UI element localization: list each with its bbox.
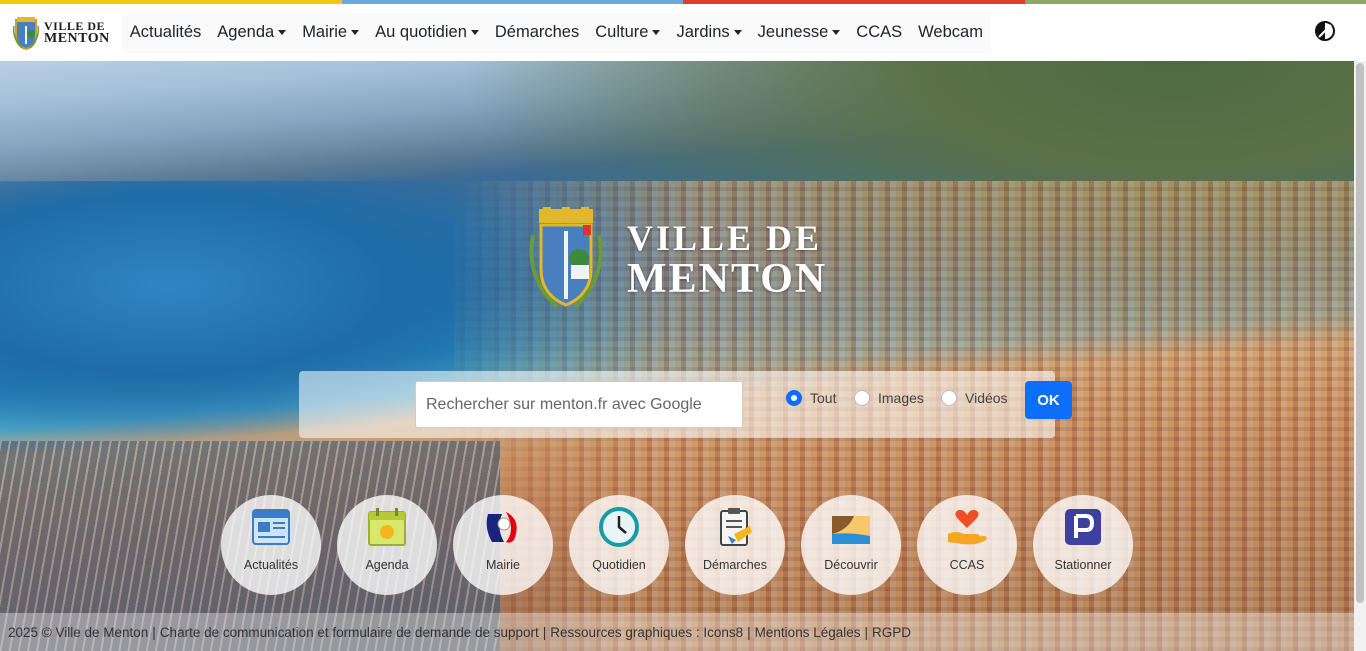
search-input[interactable] <box>415 381 743 428</box>
radio-label: Vidéos <box>965 390 1008 406</box>
nav-item-mairie[interactable]: Mairie <box>294 13 367 53</box>
scrollbar-thumb[interactable] <box>1356 63 1364 603</box>
quick-link-label: Quotidien <box>592 558 646 572</box>
nav-item-agenda[interactable]: Agenda <box>209 13 294 53</box>
site-footer: 2025 © Ville de Menton | Charte de commu… <box>0 613 1354 651</box>
quick-links: Actualités Agenda Mairie Quotidien Démar… <box>221 495 1149 595</box>
nav-item-label: Mairie <box>302 23 348 41</box>
nav-item-label: Jeunesse <box>757 23 829 41</box>
search-form: Tout Images Vidéos OK <box>299 371 1072 438</box>
brand-home-link[interactable]: VILLE DE MENTON <box>12 13 110 53</box>
quick-link-label: Mairie <box>485 558 521 572</box>
city-crest-icon <box>12 16 40 50</box>
nav-item-demarches[interactable]: Démarches <box>487 13 587 53</box>
nav-item-jeunesse[interactable]: Jeunesse <box>750 13 849 53</box>
footer-separator: | <box>864 624 869 640</box>
clipboard-icon <box>720 508 752 546</box>
nav-item-label: Agenda <box>217 23 275 41</box>
calendar-icon <box>368 508 406 546</box>
nav-item-label: Au quotidien <box>375 23 467 41</box>
hero-title-line-1: VILLE DE <box>627 217 823 258</box>
nav-item-actualites[interactable]: Actualités <box>122 13 210 53</box>
footer-link-mentions[interactable]: Mentions Légales <box>755 625 861 640</box>
hero-title-line-2: MENTON <box>627 255 828 302</box>
nav-item-jardins[interactable]: Jardins <box>668 13 749 53</box>
nav-item-label: Jardins <box>676 23 730 41</box>
footer-link-ressources[interactable]: Ressources graphiques : Icons8 <box>550 625 743 640</box>
newspaper-icon <box>252 509 290 545</box>
quick-link-mairie[interactable]: Mairie <box>453 495 553 595</box>
caret-down-icon <box>470 30 479 35</box>
brand-line-2: MENTON <box>44 30 110 46</box>
quick-link-agenda[interactable]: Agenda <box>337 495 437 595</box>
heart-hand-icon <box>948 509 987 545</box>
marianne-icon <box>486 512 517 543</box>
quick-link-actualites[interactable]: Actualités <box>221 495 321 595</box>
hero-logo: VILLE DE MENTON <box>527 207 827 312</box>
quick-link-label: Démarches <box>703 558 767 572</box>
quick-link-ccas[interactable]: CCAS <box>917 495 1017 595</box>
quick-link-label: Agenda <box>365 558 409 572</box>
nav-item-label: CCAS <box>856 23 903 41</box>
landscape-icon <box>832 516 870 544</box>
quick-link-stationner[interactable]: Stationner <box>1033 495 1133 595</box>
nav-item-au-quotidien[interactable]: Au quotidien <box>367 13 487 53</box>
radio-label: Tout <box>810 390 837 406</box>
clock-icon <box>599 507 639 547</box>
main-menu: Actualités Agenda Mairie Au quotidien Dé… <box>121 12 991 53</box>
page-scrollbar[interactable] <box>1354 61 1366 651</box>
caret-down-icon <box>832 30 841 35</box>
quick-link-quotidien[interactable]: Quotidien <box>569 495 669 595</box>
footer-separator: | <box>152 624 156 640</box>
quick-link-label: Découvrir <box>824 558 878 572</box>
quick-link-label: CCAS <box>949 558 985 572</box>
radio-button[interactable] <box>786 390 802 406</box>
site-header: VILLE DE MENTON Actualités Agenda Mairie… <box>0 4 1366 61</box>
footer-separator: | <box>542 624 547 640</box>
caret-down-icon <box>351 30 360 35</box>
nav-item-culture[interactable]: Culture <box>587 13 668 53</box>
caret-down-icon <box>652 30 661 35</box>
nav-item-label: Culture <box>595 23 649 41</box>
footer-copyright: 2025 © Ville de Menton <box>8 624 149 640</box>
parking-icon <box>1065 509 1101 545</box>
footer-separator: | <box>747 624 751 640</box>
quick-link-label: Actualités <box>243 558 299 572</box>
nav-item-ccas[interactable]: CCAS <box>848 13 910 53</box>
search-option-tout[interactable]: Tout <box>786 390 836 406</box>
quick-link-label: Stationner <box>1054 558 1112 572</box>
city-crest-icon <box>529 207 603 309</box>
contrast-toggle-icon[interactable] <box>1314 20 1336 42</box>
brand-wordmark: VILLE DE MENTON <box>44 20 110 46</box>
search-submit-button[interactable]: OK <box>1025 381 1072 419</box>
footer-link-charte[interactable]: Charte de communication et formulaire de… <box>160 625 539 640</box>
radio-button[interactable] <box>854 390 870 406</box>
nav-item-webcam[interactable]: Webcam <box>910 13 991 53</box>
brand-line-1: VILLE DE <box>44 18 106 33</box>
nav-item-label: Démarches <box>494 23 580 41</box>
radio-label: Images <box>878 390 924 406</box>
caret-down-icon <box>278 30 287 35</box>
quick-link-demarches[interactable]: Démarches <box>685 495 785 595</box>
footer-link-rgpd[interactable]: RGPD <box>872 625 911 640</box>
nav-item-label: Actualités <box>129 23 202 41</box>
nav-item-label: Webcam <box>918 23 983 41</box>
search-option-images[interactable]: Images <box>854 390 924 406</box>
caret-down-icon <box>733 30 742 35</box>
search-option-videos[interactable]: Vidéos <box>941 390 1008 406</box>
quick-link-decouvrir[interactable]: Découvrir <box>801 495 901 595</box>
hero-title: VILLE DE MENTON <box>627 220 827 300</box>
radio-button[interactable] <box>941 390 957 406</box>
